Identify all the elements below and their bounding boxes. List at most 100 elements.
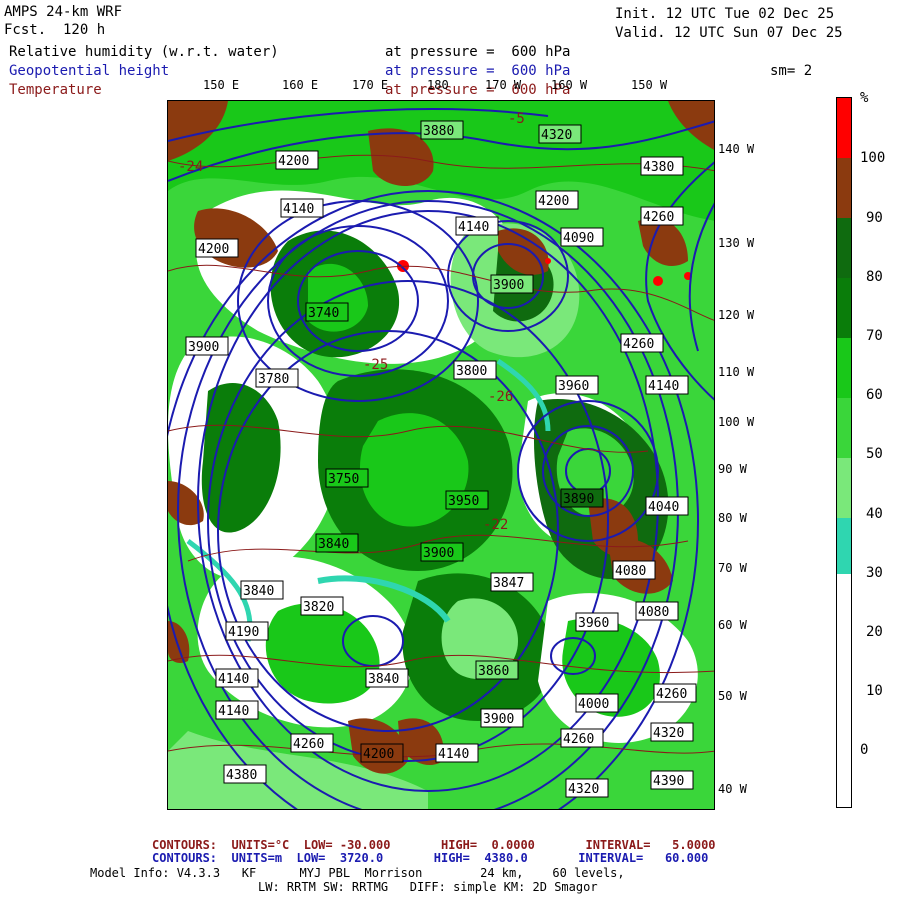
height-label: 4000 bbox=[578, 697, 609, 712]
height-label: 3880 bbox=[423, 124, 454, 139]
height-label: 4200 bbox=[278, 154, 309, 169]
height-label: 4140 bbox=[458, 220, 489, 235]
height-label: 4040 bbox=[648, 500, 679, 515]
smoothing-label: sm= 2 bbox=[770, 63, 813, 79]
height-label: 4380 bbox=[226, 768, 257, 783]
colorbar-band bbox=[837, 398, 851, 458]
colorbar-tick: 70 bbox=[866, 328, 883, 344]
field-height-name: Geopotential height bbox=[9, 63, 170, 79]
colorbar-tick: 50 bbox=[866, 446, 883, 462]
model-title: AMPS 24-km WRF bbox=[4, 4, 123, 20]
height-label: 4140 bbox=[283, 202, 314, 217]
colorbar-band bbox=[837, 518, 851, 574]
colorbar-band bbox=[837, 98, 851, 158]
height-label: 3900 bbox=[493, 278, 524, 293]
height-label: 3740 bbox=[308, 306, 339, 321]
height-label: 4260 bbox=[293, 737, 324, 752]
height-label: 3800 bbox=[456, 364, 487, 379]
height-label: 4080 bbox=[615, 564, 646, 579]
weather-map: 3880 4320 4200 4380 4140 4200 4260 4200 … bbox=[167, 100, 715, 810]
height-label: 4320 bbox=[541, 128, 572, 143]
footer-physics-info: LW: RRTM SW: RRTMG DIFF: simple KM: 2D S… bbox=[258, 880, 598, 894]
lon-label-right: 100 W bbox=[718, 415, 755, 429]
colorbar-tick: 100 bbox=[860, 150, 886, 166]
height-label: 3900 bbox=[188, 340, 219, 355]
temp-label: -24 bbox=[178, 159, 203, 175]
height-label: 3860 bbox=[478, 664, 509, 679]
lon-label-right: 120 W bbox=[718, 308, 755, 322]
colorbar-tick: 60 bbox=[866, 387, 883, 403]
height-label: 3840 bbox=[243, 584, 274, 599]
field-height-level: at pressure = 600 hPa bbox=[385, 63, 571, 79]
height-label: 4260 bbox=[643, 210, 674, 225]
lon-label-top: 150 E bbox=[203, 78, 240, 92]
height-label: 4200 bbox=[363, 747, 394, 762]
lon-label-top: 160 E bbox=[282, 78, 319, 92]
height-label: 4080 bbox=[638, 605, 669, 620]
footer-model-info: Model Info: V4.3.3 KF MYJ PBL Morrison 2… bbox=[90, 866, 625, 880]
footer-temp-contours: CONTOURS: UNITS=°C LOW= -30.000 HIGH= 0.… bbox=[152, 838, 716, 852]
height-label: 4320 bbox=[568, 782, 599, 797]
lon-label-right: 70 W bbox=[718, 561, 747, 575]
colorbar-tick: 80 bbox=[866, 269, 883, 285]
height-label: 4260 bbox=[563, 732, 594, 747]
colorbar-band bbox=[837, 158, 851, 218]
lon-label-top: 160 W bbox=[551, 78, 588, 92]
height-label: 3840 bbox=[368, 672, 399, 687]
colorbar-tick: 90 bbox=[866, 210, 883, 226]
lon-label-top: 170 E bbox=[352, 78, 389, 92]
lon-label-top: 170 W bbox=[485, 78, 522, 92]
height-label: 4260 bbox=[656, 687, 687, 702]
field-rh-level: at pressure = 600 hPa bbox=[385, 44, 571, 60]
lon-label-right: 80 W bbox=[718, 511, 747, 525]
height-label: 4140 bbox=[218, 704, 249, 719]
height-label: 4320 bbox=[653, 726, 684, 741]
height-label: 3840 bbox=[318, 537, 349, 552]
height-label: 3960 bbox=[578, 616, 609, 631]
footer-height-contours: CONTOURS: UNITS=m LOW= 3720.0 HIGH= 4380… bbox=[152, 851, 709, 865]
height-label: 4140 bbox=[218, 672, 249, 687]
colorbar-tick: 10 bbox=[866, 683, 883, 699]
height-label: 3847 bbox=[493, 576, 524, 591]
height-label: 3900 bbox=[483, 712, 514, 727]
colorbar bbox=[836, 97, 852, 808]
height-label: 4190 bbox=[228, 625, 259, 640]
height-label: 3890 bbox=[563, 492, 594, 507]
lon-label-right: 130 W bbox=[718, 236, 755, 250]
lon-label-right: 60 W bbox=[718, 618, 747, 632]
height-label: 3750 bbox=[328, 472, 359, 487]
height-label: 4200 bbox=[538, 194, 569, 209]
weather-map-canvas: 3880 4320 4200 4380 4140 4200 4260 4200 … bbox=[168, 101, 714, 809]
height-label: 3950 bbox=[448, 494, 479, 509]
lon-label-top: 150 W bbox=[631, 78, 668, 92]
field-temp-level: at pressure = 600 hPa bbox=[385, 82, 571, 98]
colorbar-band bbox=[837, 574, 851, 807]
lon-label-right: 110 W bbox=[718, 365, 755, 379]
colorbar-tick: 20 bbox=[866, 624, 883, 640]
colorbar-unit: % bbox=[860, 90, 869, 106]
temp-label: -22 bbox=[483, 517, 508, 533]
colorbar-tick: 30 bbox=[866, 565, 883, 581]
height-label: 4260 bbox=[623, 337, 654, 352]
lon-label-right: 90 W bbox=[718, 462, 747, 476]
colorbar-tick: 40 bbox=[866, 506, 883, 522]
height-label: 3960 bbox=[558, 379, 589, 394]
height-label: 3900 bbox=[423, 546, 454, 561]
lon-label-right: 50 W bbox=[718, 689, 747, 703]
temp-label: -25 bbox=[363, 357, 388, 373]
temp-label: -5 bbox=[508, 111, 525, 127]
field-temp-name: Temperature bbox=[9, 82, 102, 98]
valid-time: Valid. 12 UTC Sun 07 Dec 25 bbox=[615, 25, 843, 41]
height-label: 3780 bbox=[258, 372, 289, 387]
lon-label-top: 180 bbox=[427, 78, 449, 92]
lon-label-right: 40 W bbox=[718, 782, 747, 796]
forecast-hour: Fcst. 120 h bbox=[4, 22, 106, 38]
height-label: 4090 bbox=[563, 231, 594, 246]
height-label: 4200 bbox=[198, 242, 229, 257]
height-label: 4140 bbox=[648, 379, 679, 394]
height-label: 4380 bbox=[643, 160, 674, 175]
colorbar-tick: 0 bbox=[860, 742, 869, 758]
height-label: 4390 bbox=[653, 774, 684, 789]
height-label: 3820 bbox=[303, 600, 334, 615]
lon-label-right: 140 W bbox=[718, 142, 755, 156]
